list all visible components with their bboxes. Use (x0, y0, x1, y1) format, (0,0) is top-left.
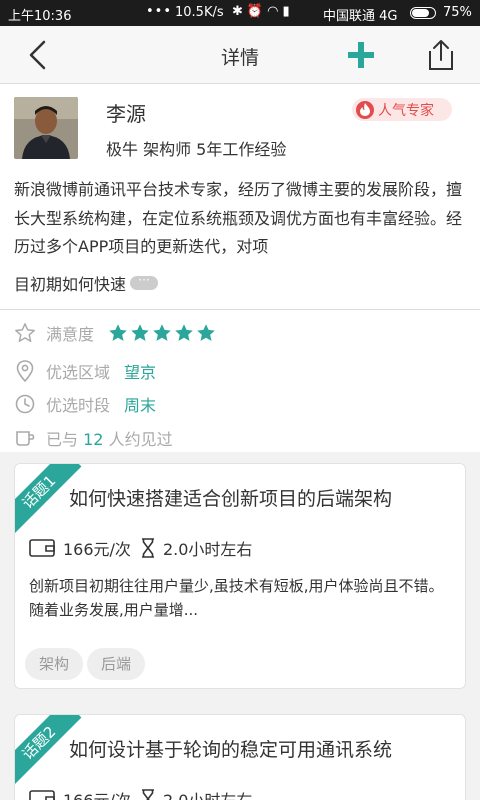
star-filled-icon (153, 324, 171, 341)
notification-dots: ••• (146, 4, 173, 19)
topic-title: 如何设计基于轮询的稳定可用通讯系统 (69, 739, 393, 761)
star-filled-icon (175, 324, 193, 341)
topic-duration-text: 2.0小时左右 (163, 787, 252, 800)
clock-icon (14, 393, 36, 415)
plus-icon (348, 42, 374, 68)
topic-card[interactable]: 话题1 如何快速搭建适合创新项目的后端架构 166元/次 2.0小时左右 创新项… (14, 463, 466, 689)
expert-title: 极牛 架构师 5年工作经验 (106, 140, 287, 159)
topic-price: 166元/次 (29, 787, 131, 800)
bio-last-text: 目初期如何快速 (14, 275, 127, 294)
status-icons: ✱⏰◠▮ (232, 4, 294, 19)
location-pin-icon (14, 360, 36, 382)
star-filled-icon (131, 324, 149, 341)
rating-stars (108, 323, 218, 343)
met-row: 已与 12 人约见过 (14, 426, 173, 450)
battery-level (412, 9, 429, 17)
expert-bio: 新浪微博前通讯平台技术专家，经历了微博主要的发展阶段，擅长大型系统构建，在定位系… (14, 180, 463, 256)
star-filled-icon (197, 324, 215, 341)
met-count-text: 已与 12 人约见过 (46, 426, 173, 450)
hourglass-icon (141, 789, 154, 800)
bio-last-line: 目初期如何快速 ··· (14, 271, 159, 295)
carrier: 中国联通 4G (323, 9, 398, 24)
topic-duration: 2.0小时左右 (141, 536, 252, 560)
met-suffix: 人约见过 (108, 430, 173, 449)
topic-meta: 166元/次 2.0小时左右 (29, 787, 262, 800)
page-title: 详情 (220, 47, 259, 69)
star-outline-icon (14, 322, 36, 344)
alarm-icon: ⏰ (246, 4, 268, 19)
topic-duration-text: 2.0小时左右 (162, 540, 253, 559)
battery-icon (410, 7, 436, 19)
expert-name: 李源 (106, 102, 146, 126)
share-icon (429, 40, 453, 70)
met-prefix: 已与 (46, 430, 79, 449)
popular-expert-badge: 人气专家 (352, 98, 452, 121)
topic-tags: 架构 后端 (25, 648, 149, 680)
hourglass-icon (141, 538, 154, 558)
area-value: 望京 (124, 363, 157, 382)
expand-bio-button[interactable]: ··· (130, 274, 159, 290)
area-row: 优选区域 望京 (14, 359, 156, 383)
signal-icon: ▮ (282, 4, 294, 19)
star-filled-icon (109, 324, 127, 341)
topic-title: 如何快速搭建适合创新项目的后端架构 (69, 488, 393, 510)
topic-price-text: 166元/次 (63, 787, 131, 800)
topic-card[interactable]: 话题2 如何设计基于轮询的稳定可用通讯系统 166元/次 2.0小时左右 (14, 714, 466, 800)
satisfaction-row: 满意度 (14, 321, 218, 345)
wifi-icon: ◠ (267, 4, 283, 19)
expert-profile: 李源 人气专家 极牛 架构师 5年工作经验 新浪微博前通讯平台技术专家，经历了微… (0, 84, 480, 310)
fire-icon (356, 100, 374, 119)
bluetooth-icon: ✱ (232, 4, 247, 19)
network-speed: 10.5K/s (175, 5, 224, 20)
add-button[interactable] (342, 36, 380, 74)
topic-price: 166元/次 (29, 536, 131, 560)
avatar-photo (14, 97, 78, 159)
wallet-icon (29, 539, 55, 557)
topic-description: 创新项目初期往往用户量少,虽技术有短板,用户体验尚且不错。随着业务发展,用户量增… (29, 577, 444, 619)
avatar[interactable] (14, 97, 78, 159)
area-label: 优选区域 (46, 363, 111, 382)
time-value: 周末 (124, 396, 157, 415)
met-count: 12 (83, 430, 104, 449)
cup-icon (14, 427, 36, 449)
status-bar: 上午10:36 ••• 10.5K/s ✱⏰◠▮ 中国联通 4G 75% (0, 0, 480, 26)
topic-tag[interactable]: 架构 (25, 648, 84, 680)
badge-label: 人气专家 (378, 102, 434, 119)
status-time: 上午10:36 (8, 9, 72, 24)
topic-duration: 2.0小时左右 (141, 787, 252, 800)
topic-price-text: 166元/次 (63, 540, 131, 559)
chevron-left-icon (29, 40, 46, 70)
topic-meta: 166元/次 2.0小时左右 (29, 536, 262, 560)
battery-percent: 75% (443, 5, 472, 20)
time-label: 优选时段 (46, 396, 111, 415)
nav-bar: 详情 (0, 26, 480, 84)
expert-info: 满意度 优选区域 望京 优选时段 周末 已与 12 人约见过 (0, 310, 480, 452)
topic-tag[interactable]: 后端 (87, 648, 146, 680)
satisfaction-label: 满意度 (46, 325, 95, 344)
back-button[interactable] (22, 38, 56, 72)
share-button[interactable] (422, 36, 460, 74)
time-row: 优选时段 周末 (14, 392, 156, 416)
wallet-icon (29, 790, 55, 800)
topic-list: 话题1 如何快速搭建适合创新项目的后端架构 166元/次 2.0小时左右 创新项… (0, 452, 480, 800)
